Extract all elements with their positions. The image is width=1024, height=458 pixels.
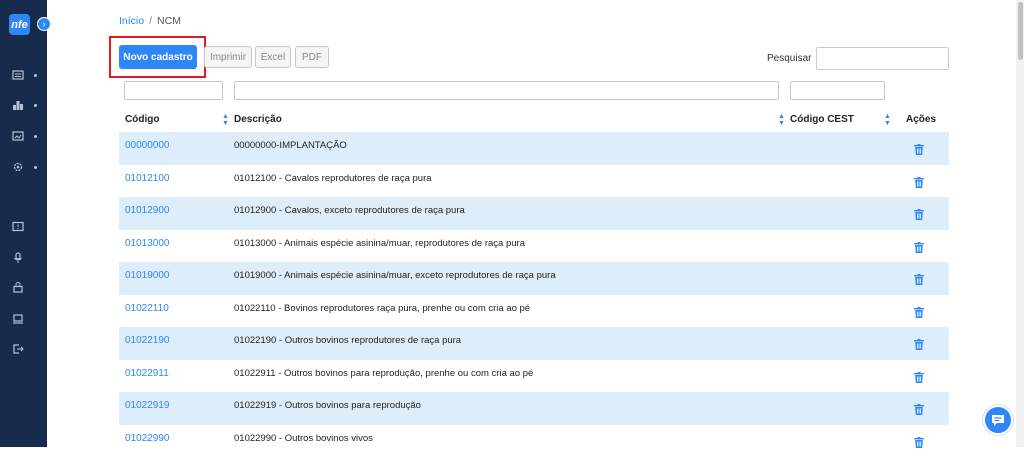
sort-icon[interactable]: ▲ ▼ [778,113,785,127]
trash-icon[interactable] [914,371,924,383]
chat-button[interactable] [983,405,1013,435]
search-label: Pesquisar [767,53,812,64]
logout-icon [13,344,24,354]
column-header-description[interactable]: Descrição [234,114,282,125]
nav-dot [34,134,37,138]
sidebar-item-security[interactable] [12,280,42,294]
chat-alert-icon [12,221,24,232]
nav-dot [34,165,37,169]
breadcrumb: Início / NCM [119,15,181,27]
bar-chart-icon [13,101,23,110]
ncm-code-link[interactable]: 01012900 [125,205,170,216]
scrollbar-thumb[interactable] [1018,2,1023,60]
ncm-description: 00000000-IMPLANTAÇÃO [234,140,347,151]
ncm-code-link[interactable]: 01022911 [125,368,169,379]
scrollbar[interactable] [1016,0,1024,447]
code-filter-input[interactable] [124,81,223,100]
sort-icon[interactable]: ▲ ▼ [222,113,229,127]
laptop-icon [13,314,23,324]
ncm-code-link[interactable]: 01022919 [125,400,170,411]
ncm-description: 01022911 - Outros bovinos para reproduçã… [234,367,534,379]
image-folder-icon [12,131,24,141]
column-header-cest[interactable]: Código CEST [790,114,854,125]
trash-icon[interactable] [914,404,924,415]
ncm-description: 01012900 - Cavalos, exceto reprodutores … [234,205,465,216]
excel-button[interactable]: Excel [255,46,291,68]
ncm-code-link[interactable]: 01022990 [125,433,170,444]
table-row[interactable]: 01013000 01013000 - Animais espécie asini… [119,230,949,263]
ncm-code-link[interactable]: 01022110 [125,303,169,314]
trash-icon[interactable] [914,241,924,253]
table-row[interactable]: 01012900 01012900 - Cavalos, exceto repro… [119,197,949,230]
trash-icon[interactable] [914,436,924,448]
trash-icon[interactable] [914,176,924,188]
sidebar-item-messages[interactable] [12,220,42,234]
table-row[interactable]: 01019000 01019000 - Animais espécie asini… [119,262,949,295]
app-logo[interactable]: nfe [9,14,30,35]
table-row[interactable]: 01022911 01022911 - Outros bovinos para r… [119,360,949,393]
ncm-code-link[interactable]: 01013000 [125,238,170,249]
table-row[interactable]: 01022110 01022110 - Bovinos reprodutores … [119,295,949,328]
sidebar-item-settings[interactable] [12,160,42,174]
table-row[interactable]: 01012100 01012100 - Cavalos reprodutores … [119,165,949,198]
search-input[interactable] [816,47,949,70]
table-row[interactable]: 01022190 01022190 - Outros bovinos reprod… [119,327,949,360]
lock-icon [13,282,23,293]
ncm-description: 01012100 - Cavalos reprodutores de raça … [234,172,432,184]
sidebar-item-list[interactable] [12,68,42,82]
sidebar-item-logout[interactable] [12,342,42,356]
trash-icon[interactable] [914,274,924,285]
description-filter-input[interactable] [234,81,779,100]
ncm-code-link[interactable]: 00000000 [125,140,170,151]
sidebar-item-voice[interactable] [12,251,42,265]
chat-bubble-icon [992,415,1004,426]
trash-icon[interactable] [914,339,924,350]
table-row[interactable]: 01022919 01022919 - Outros bovinos para r… [119,392,949,425]
trash-icon[interactable] [914,209,924,220]
trash-icon[interactable] [914,144,924,155]
ncm-description: 01022990 - Outros bovinos vivos [234,432,373,444]
pdf-button[interactable]: PDF [295,46,329,68]
nav-dot [34,73,37,77]
ncm-description: 01019000 - Animais espécie asinina/muar,… [234,270,556,281]
new-record-button[interactable]: Novo cadastro [119,45,197,69]
nav-dot [34,103,37,107]
table-row[interactable]: 00000000 00000000-IMPLANTAÇÃO [119,132,949,165]
gear-icon [13,162,23,172]
ncm-code-link[interactable]: 01012100 [125,173,170,184]
print-button[interactable]: Imprimir [204,46,252,68]
ncm-code-link[interactable]: 01022190 [125,335,170,346]
column-header-code[interactable]: Código [125,114,159,125]
trash-icon[interactable] [914,306,924,318]
list-icon [12,70,24,80]
sidebar-item-media[interactable] [12,129,42,143]
sort-icon[interactable]: ▲ ▼ [884,113,891,127]
ncm-description: 01013000 - Animais espécie asinina/muar,… [234,237,525,249]
column-header-actions: Ações [906,114,937,125]
ncm-description: 01022190 - Outros bovinos reprodutores d… [234,335,462,346]
microphone-icon [14,252,22,263]
chevron-right-icon: › [42,19,46,29]
sidebar-item-devices[interactable] [12,312,42,326]
ncm-description: 01022110 - Bovinos reprodutores raça pur… [234,302,531,314]
ncm-description: 01022919 - Outros bovinos para reproduçã… [234,400,421,411]
sidebar-item-charts[interactable] [12,98,42,112]
ncm-code-link[interactable]: 01019000 [125,270,170,281]
table-row[interactable]: 01022990 01022990 - Outros bovinos vivos [119,425,949,458]
cest-filter-input[interactable] [790,81,885,100]
breadcrumb-home-link[interactable]: Início [119,15,144,27]
breadcrumb-current: NCM [157,15,181,27]
sidebar-toggle-button[interactable]: › [37,17,51,31]
breadcrumb-separator: / [149,15,153,27]
sidebar: nfe [0,0,47,447]
